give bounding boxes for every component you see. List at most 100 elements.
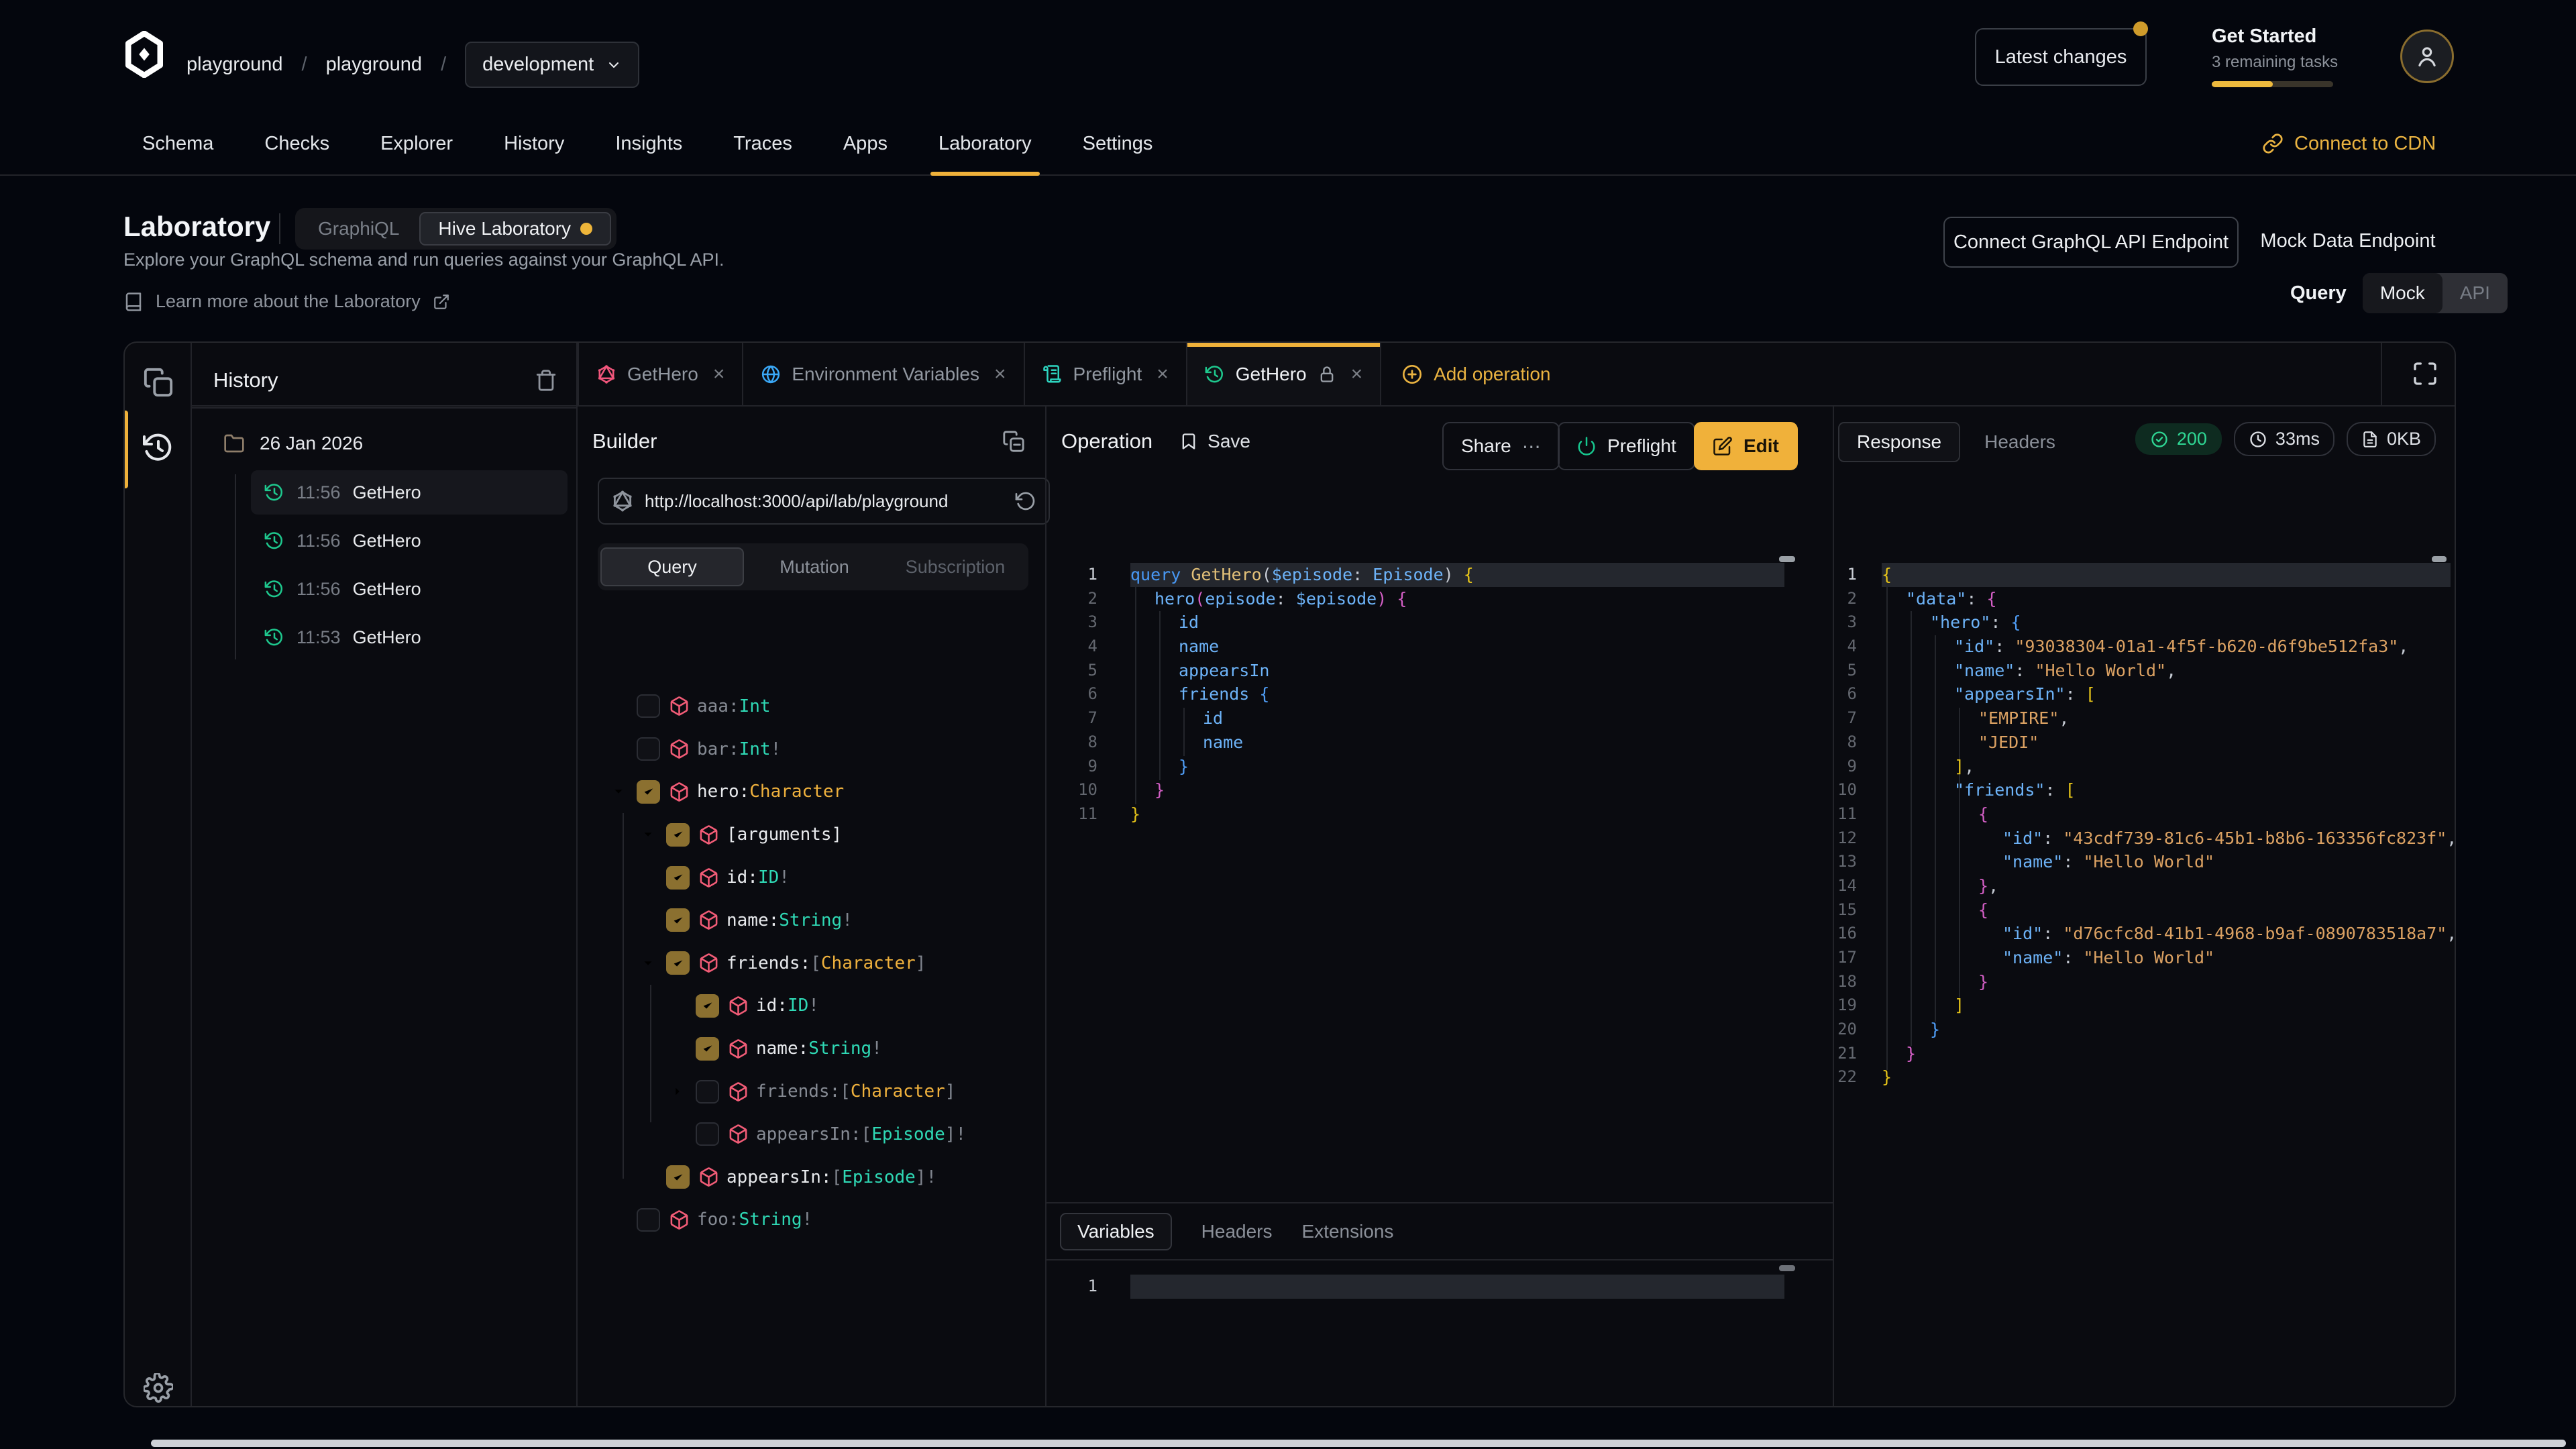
history-item[interactable]: 11:56GetHero: [251, 567, 568, 611]
add-operation-button[interactable]: Add operation: [1381, 343, 1570, 405]
field-checkbox[interactable]: [666, 866, 690, 890]
operation-type-query[interactable]: Query: [600, 547, 744, 586]
field-row-arguments[interactable]: [arguments]: [578, 813, 1045, 856]
close-icon[interactable]: ×: [1351, 363, 1363, 386]
tab-gethero[interactable]: GetHero×: [1187, 343, 1381, 405]
tab-gethero[interactable]: GetHero×: [578, 343, 743, 405]
edit-button[interactable]: Edit: [1694, 422, 1798, 470]
operation-type-subscription[interactable]: Subscription: [885, 549, 1026, 585]
type-cube-icon: [669, 696, 690, 716]
field-row-aaa[interactable]: aaa: Int: [578, 685, 1045, 728]
history-rail-icon[interactable]: [141, 430, 176, 465]
field-row-friends[interactable]: friends: [Character]: [578, 1070, 1045, 1113]
tab-preflight[interactable]: Preflight×: [1025, 343, 1187, 405]
user-avatar[interactable]: [2400, 30, 2454, 83]
editor-scrollbar-thumb[interactable]: [1779, 556, 1795, 562]
nav-item-laboratory[interactable]: Laboratory: [938, 113, 1032, 174]
tab-environment-variables[interactable]: Environment Variables×: [743, 343, 1024, 405]
endpoint-url-value[interactable]: http://localhost:3000/api/lab/playground: [645, 491, 1004, 512]
variables-editor[interactable]: 1: [1045, 1275, 1833, 1355]
nav-item-insights[interactable]: Insights: [615, 113, 682, 174]
field-row-bar[interactable]: bar: Int!: [578, 728, 1045, 771]
request-mode-api[interactable]: API: [2443, 273, 2508, 313]
field-checkbox[interactable]: [637, 737, 660, 761]
chevron-down-icon[interactable]: [611, 784, 637, 799]
close-icon[interactable]: ×: [713, 363, 725, 386]
field-checkbox[interactable]: [666, 823, 690, 847]
preflight-button[interactable]: Preflight: [1558, 422, 1695, 470]
query-editor[interactable]: 1query GetHero($episode: Episode) {2hero…: [1045, 563, 1833, 1193]
history-item[interactable]: 11:53GetHero: [251, 615, 568, 659]
history-date-group[interactable]: 26 Jan 2026: [223, 433, 363, 454]
line-number: 21: [1833, 1042, 1857, 1066]
field-row-appearsIn[interactable]: appearsIn: [Episode]!: [578, 1156, 1045, 1199]
field-row-appearsIn[interactable]: appearsIn: [Episode]!: [578, 1113, 1045, 1156]
field-checkbox[interactable]: [666, 951, 690, 975]
field-checkbox[interactable]: [666, 1165, 690, 1189]
chevron-down-icon[interactable]: [641, 827, 666, 842]
refresh-icon[interactable]: [1015, 490, 1036, 512]
chevron-right-icon[interactable]: [670, 1084, 696, 1099]
tab-variables[interactable]: Variables: [1060, 1213, 1172, 1250]
nav-item-apps[interactable]: Apps: [843, 113, 888, 174]
field-checkbox[interactable]: [696, 994, 719, 1018]
nav-item-checks[interactable]: Checks: [264, 113, 329, 174]
tab-extensions[interactable]: Extensions: [1302, 1221, 1394, 1242]
collections-icon[interactable]: [141, 365, 176, 400]
tab-response[interactable]: Response: [1838, 422, 1960, 462]
field-checkbox[interactable]: [696, 1080, 719, 1104]
nav-item-schema[interactable]: Schema: [142, 113, 213, 174]
mock-data-endpoint-button[interactable]: Mock Data Endpoint: [2254, 217, 2442, 265]
close-icon[interactable]: ×: [994, 363, 1006, 386]
response-viewer[interactable]: 1{2"data": {3"hero": {4"id": "93038304-0…: [1833, 563, 2453, 1301]
nav-item-traces[interactable]: Traces: [733, 113, 792, 174]
more-options-icon[interactable]: ⋯: [1522, 435, 1541, 458]
endpoint-url-input[interactable]: http://localhost:3000/api/lab/playground: [598, 478, 1050, 525]
save-button[interactable]: Save: [1179, 431, 1250, 452]
fullscreen-icon[interactable]: [2410, 359, 2440, 388]
field-row-foo[interactable]: foo: String!: [578, 1199, 1045, 1242]
tab-response-headers[interactable]: Headers: [1984, 431, 2055, 453]
lab-toggle-hive-laboratory[interactable]: Hive Laboratory: [419, 212, 611, 246]
field-checkbox[interactable]: [637, 780, 660, 804]
nav-item-history[interactable]: History: [504, 113, 564, 174]
history-item[interactable]: 11:56GetHero: [251, 519, 568, 563]
gear-icon[interactable]: [141, 1371, 176, 1405]
plus-circle-icon: [1401, 364, 1423, 385]
field-row-name[interactable]: name: String!: [578, 899, 1045, 942]
field-checkbox[interactable]: [637, 1208, 660, 1232]
nav-item-settings[interactable]: Settings: [1083, 113, 1153, 174]
latest-changes-button[interactable]: Latest changes: [1975, 28, 2147, 86]
page-horizontal-scrollbar[interactable]: [151, 1440, 2566, 1447]
learn-more-link[interactable]: Learn more about the Laboratory: [123, 291, 450, 312]
request-mode-mock[interactable]: Mock: [2363, 273, 2443, 313]
breadcrumb-org[interactable]: playground: [186, 54, 283, 76]
trash-icon[interactable]: [534, 368, 558, 392]
connect-graphql-endpoint-button[interactable]: Connect GraphQL API Endpoint: [1943, 217, 2239, 268]
nav-item-explorer[interactable]: Explorer: [380, 113, 453, 174]
editor-scrollbar-thumb[interactable]: [2432, 556, 2447, 562]
field-row-hero[interactable]: hero: Character: [578, 771, 1045, 814]
field-row-id[interactable]: id: ID!: [578, 985, 1045, 1028]
lab-toggle-graphiql[interactable]: GraphiQL: [301, 213, 417, 244]
history-item[interactable]: 11:56GetHero: [251, 470, 568, 515]
chevron-down-icon[interactable]: [641, 956, 666, 971]
field-checkbox[interactable]: [666, 908, 690, 932]
field-checkbox[interactable]: [637, 694, 660, 718]
get-started-widget[interactable]: Get Started 3 remaining tasks: [2212, 25, 2346, 87]
field-row-friends[interactable]: friends: [Character]: [578, 942, 1045, 985]
share-button[interactable]: Share ⋯: [1442, 422, 1560, 470]
tab-headers[interactable]: Headers: [1201, 1221, 1273, 1242]
field-row-id[interactable]: id: ID!: [578, 856, 1045, 899]
field-row-name[interactable]: name: String!: [578, 1027, 1045, 1070]
collapse-panel-icon[interactable]: [1002, 429, 1026, 453]
operation-type-mutation[interactable]: Mutation: [744, 549, 885, 585]
breadcrumb-project[interactable]: playground: [326, 54, 423, 76]
field-checkbox[interactable]: [696, 1037, 719, 1061]
target-selector[interactable]: development: [465, 42, 639, 88]
close-icon[interactable]: ×: [1157, 363, 1169, 386]
editor-scrollbar-thumb[interactable]: [1779, 1265, 1795, 1271]
hive-logo-icon[interactable]: [122, 31, 166, 78]
field-checkbox[interactable]: [696, 1122, 719, 1146]
connect-to-cdn-link[interactable]: Connect to CDN: [2262, 113, 2436, 174]
